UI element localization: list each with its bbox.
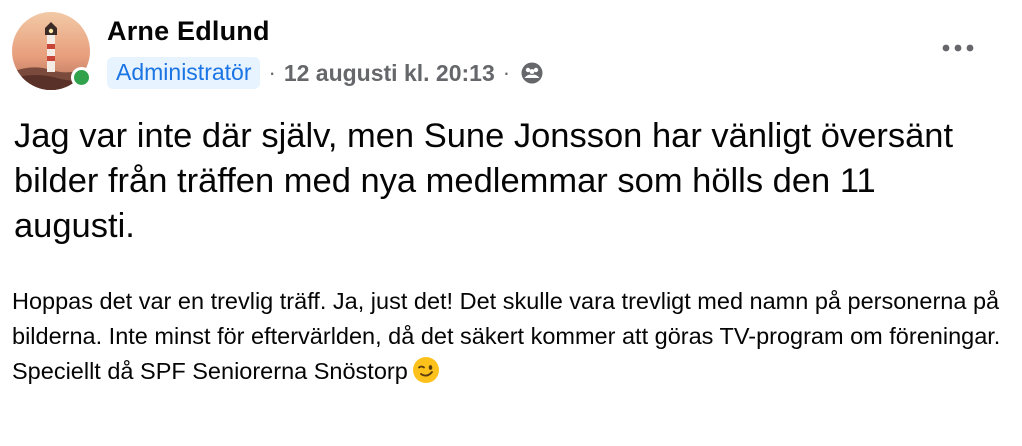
author-avatar[interactable]: [12, 12, 92, 90]
online-status-indicator: [71, 67, 92, 88]
author-name[interactable]: Arne Edlund: [107, 16, 270, 47]
winking-face-emoji-icon: [412, 357, 439, 383]
post-headline-text: Jag var inte där själv, men Sune Jonsson…: [14, 117, 954, 245]
post-meta: Administratör · 12 augusti kl. 20:13 ·: [107, 55, 544, 91]
meta-separator-2: ·: [502, 60, 511, 85]
more-options-icon: [942, 44, 974, 52]
admin-role-badge[interactable]: Administratör: [107, 57, 261, 89]
more-options-button[interactable]: [936, 32, 980, 64]
post-body-text-content: Hoppas det var en trevlig träff. Ja, jus…: [12, 288, 1001, 384]
group-members-icon[interactable]: [520, 61, 544, 85]
post-body-text: Hoppas det var en trevlig träff. Ja, jus…: [12, 284, 1012, 389]
meta-separator: ·: [268, 60, 276, 85]
post-timestamp[interactable]: 12 augusti kl. 20:13: [284, 60, 495, 87]
